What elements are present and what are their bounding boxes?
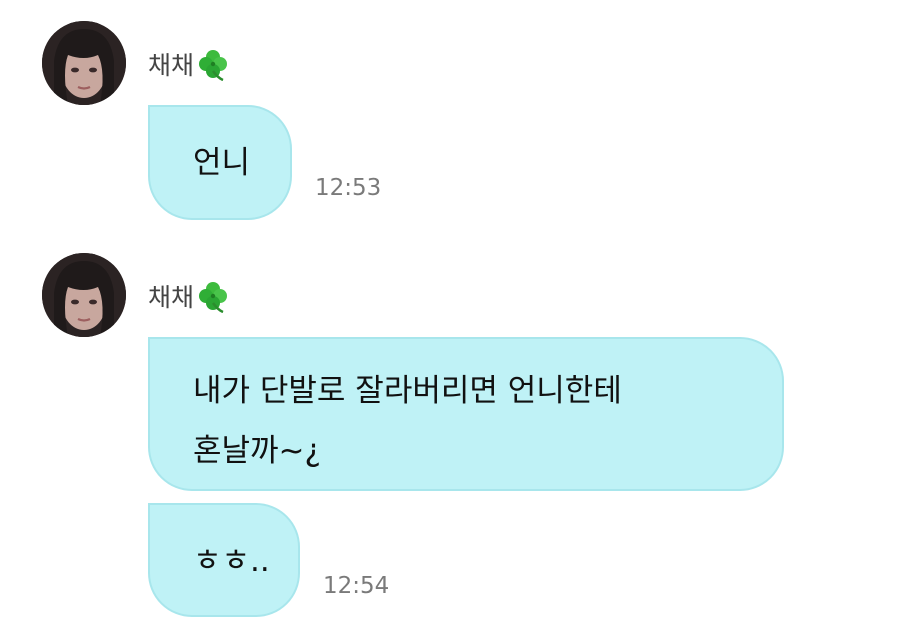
- avatar[interactable]: [42, 21, 126, 105]
- message-bubble[interactable]: ㅎㅎ..: [148, 503, 300, 617]
- avatar[interactable]: [42, 253, 126, 337]
- message-time: 12:54: [323, 573, 390, 599]
- message-bubble[interactable]: 언니: [148, 105, 292, 220]
- sender-name-text: 채채: [148, 51, 195, 80]
- message-text: 언니: [193, 145, 251, 181]
- chat-view: 채채 언니 12:53 채채 내가 단발로 잘라버리면 언니한테 혼날까~¿ ㅎ…: [0, 0, 916, 631]
- message-bubble[interactable]: 내가 단발로 잘라버리면 언니한테 혼날까~¿: [148, 337, 784, 491]
- message-time: 12:53: [315, 175, 382, 201]
- four-leaf-clover-icon: [196, 279, 230, 314]
- message-text: ㅎㅎ..: [193, 543, 270, 579]
- message-text-line: 혼날까~¿: [193, 433, 321, 469]
- sender-name: 채채: [148, 278, 230, 314]
- message-text-line: 내가 단발로 잘라버리면 언니한테: [193, 373, 622, 409]
- four-leaf-clover-icon: [196, 47, 230, 82]
- sender-name: 채채: [148, 46, 230, 82]
- sender-name-text: 채채: [148, 283, 195, 312]
